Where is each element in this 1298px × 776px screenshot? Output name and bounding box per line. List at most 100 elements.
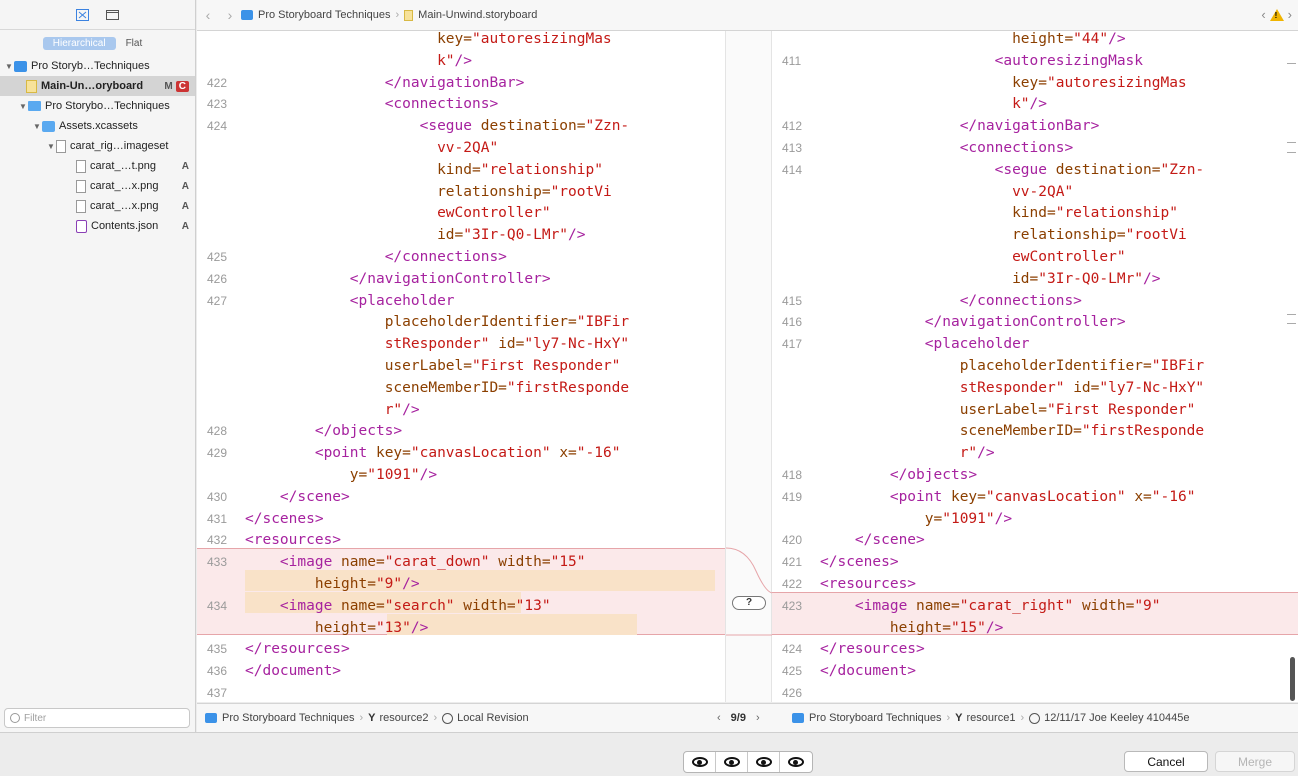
choose-right-then-left-button[interactable] [780,752,812,772]
code-line: 436 </document> [197,661,725,683]
tree-row-png[interactable]: carat_…t.png A [0,156,195,176]
choose-left-button[interactable] [716,752,748,772]
line-number: 423 [207,97,228,112]
forward-arrow-icon[interactable]: › [219,7,241,23]
right-project[interactable]: Pro Storyboard Techniques [809,712,942,724]
code-text: <image name="search" width="13" [279,597,551,614]
code-text: <placeholder [924,336,1030,353]
choose-left-then-right-button[interactable] [684,752,716,772]
left-revision-label[interactable]: Local Revision [457,712,529,724]
code-line: height="9"/> [197,574,725,596]
code-line: relationship="rootVi [197,182,725,204]
code-line: y="1091"/> [772,509,1298,531]
line-number: 433 [207,555,228,570]
line-number: 411 [782,53,802,68]
right-branch[interactable]: resource1 [967,712,1016,724]
chevron-right-icon: › [1020,712,1025,724]
left-code-pane[interactable]: key="autoresizingMas k"/> 422 </navigatio… [197,31,725,702]
breadcrumb-project[interactable]: Pro Storyboard Techniques [258,9,391,21]
vertical-scrollbar[interactable] [1290,657,1295,701]
code-text: </resources> [820,641,925,658]
tree-row-storyboard[interactable]: Main-Un…oryboard M C [0,76,195,96]
code-text: </navigationController> [924,314,1126,331]
branch-icon: Y [368,712,376,724]
filter-field[interactable]: Filter [4,708,190,728]
line-number: 426 [207,271,228,286]
code-line: y="1091"/> [197,465,725,487]
line-number: 424 [207,119,228,134]
disclosure-triangle-icon[interactable]: ▼ [32,122,42,131]
tree-row-imageset[interactable]: ▼ carat_rig…imageset [0,136,195,156]
code-text: </connections> [959,292,1082,309]
code-text: <image name="carat_down" width="15" [279,554,586,571]
line-number: 435 [207,642,228,657]
disclosure-triangle-icon[interactable]: ▼ [4,62,14,71]
tree-row-label: Contents.json [91,220,159,232]
segment-hierarchical[interactable]: Hierarchical [42,37,116,50]
left-branch[interactable]: resource2 [380,712,429,724]
line-number: 434 [207,598,228,613]
code-text: <autoresizingMask [994,52,1144,69]
right-code-pane[interactable]: height="44"/> 411 <autoresizingMask key="… [772,31,1298,702]
code-text: </connections> [384,249,507,265]
code-line: 434 <image name="search" width="13" [197,596,725,618]
next-change-icon[interactable]: › [756,712,760,724]
code-line: 417 <placeholder [772,334,1298,356]
line-number: 414 [782,162,803,177]
code-text: height="44"/> [1012,31,1126,47]
code-text: r"/> [959,445,995,462]
warning-icon[interactable]: ! [1269,8,1284,21]
file-tree: ▼ Pro Storyb…Techniques Main-Un…oryboard… [0,56,195,236]
previous-issue-icon[interactable]: ‹ [1261,7,1265,22]
project-navigator: Hierarchical Flat ▼ Pro Storyb…Technique… [0,0,196,732]
code-line: 426 </navigationController> [197,269,725,291]
merge-button[interactable]: Merge [1215,751,1295,772]
code-line: 425 </document> [772,661,1298,683]
code-line: sceneMemberID="firstResponde [197,378,725,400]
conflict-resolution-button[interactable]: ? [732,596,766,610]
imageset-icon [56,139,66,153]
disclosure-triangle-icon[interactable]: ▼ [46,142,56,151]
tree-row-json[interactable]: Contents.json A [0,216,195,236]
code-text: userLabel="First Responder" [384,358,621,374]
project-navigator-icon[interactable] [76,8,90,21]
code-text: stResponder" id="ly7-Nc-HxY" [384,336,630,353]
png-file-icon [76,199,86,213]
chevron-right-icon: › [395,9,400,21]
code-text: ewController" [1012,249,1126,265]
tree-row-assets[interactable]: ▼ Assets.xcassets [0,116,195,136]
tree-row-project[interactable]: ▼ Pro Storyb…Techniques [0,56,195,76]
next-issue-icon[interactable]: › [1288,7,1292,22]
cancel-button[interactable]: Cancel [1124,751,1208,772]
code-text: stResponder" id="ly7-Nc-HxY" [959,379,1205,396]
tree-row-png[interactable]: carat_…x.png A [0,176,195,196]
line-number: 422 [782,577,803,591]
code-line: height="44"/> [772,31,1298,51]
code-text: height="9"/> [314,576,420,592]
chevron-right-icon: › [359,712,364,724]
right-revision-label[interactable]: 12/11/17 Joe Keeley 410445e [1044,712,1189,724]
segment-flat[interactable]: Flat [116,37,153,50]
code-text: <resources> [245,532,342,549]
line-number: 425 [207,250,228,264]
png-file-icon [76,179,86,193]
folder-icon[interactable] [106,9,120,21]
back-arrow-icon[interactable]: ‹ [197,7,219,23]
tree-row-label: Main-Un…oryboard [41,80,144,92]
disclosure-triangle-icon[interactable]: ▼ [18,102,28,111]
tree-row-group[interactable]: ▼ Pro Storybo…Techniques [0,96,195,116]
previous-change-icon[interactable]: ‹ [717,712,721,724]
code-text: height="13"/> [314,619,429,636]
revision-bar: Pro Storyboard Techniques › Y resource2 … [197,703,1298,732]
code-text: placeholderIdentifier="IBFir [384,314,630,331]
left-project[interactable]: Pro Storyboard Techniques [222,712,355,724]
modified-badge: M [164,80,173,92]
code-text: </document> [245,663,342,680]
code-text: r"/> [384,401,420,418]
breadcrumb-file[interactable]: Main-Unwind.storyboard [418,9,537,21]
code-line: 424 </resources> [772,639,1298,661]
tree-row-png[interactable]: carat_…x.png A [0,196,195,216]
code-line: 432 <resources> [197,530,725,552]
code-line: ewController" [772,247,1298,269]
choose-right-button[interactable] [748,752,780,772]
